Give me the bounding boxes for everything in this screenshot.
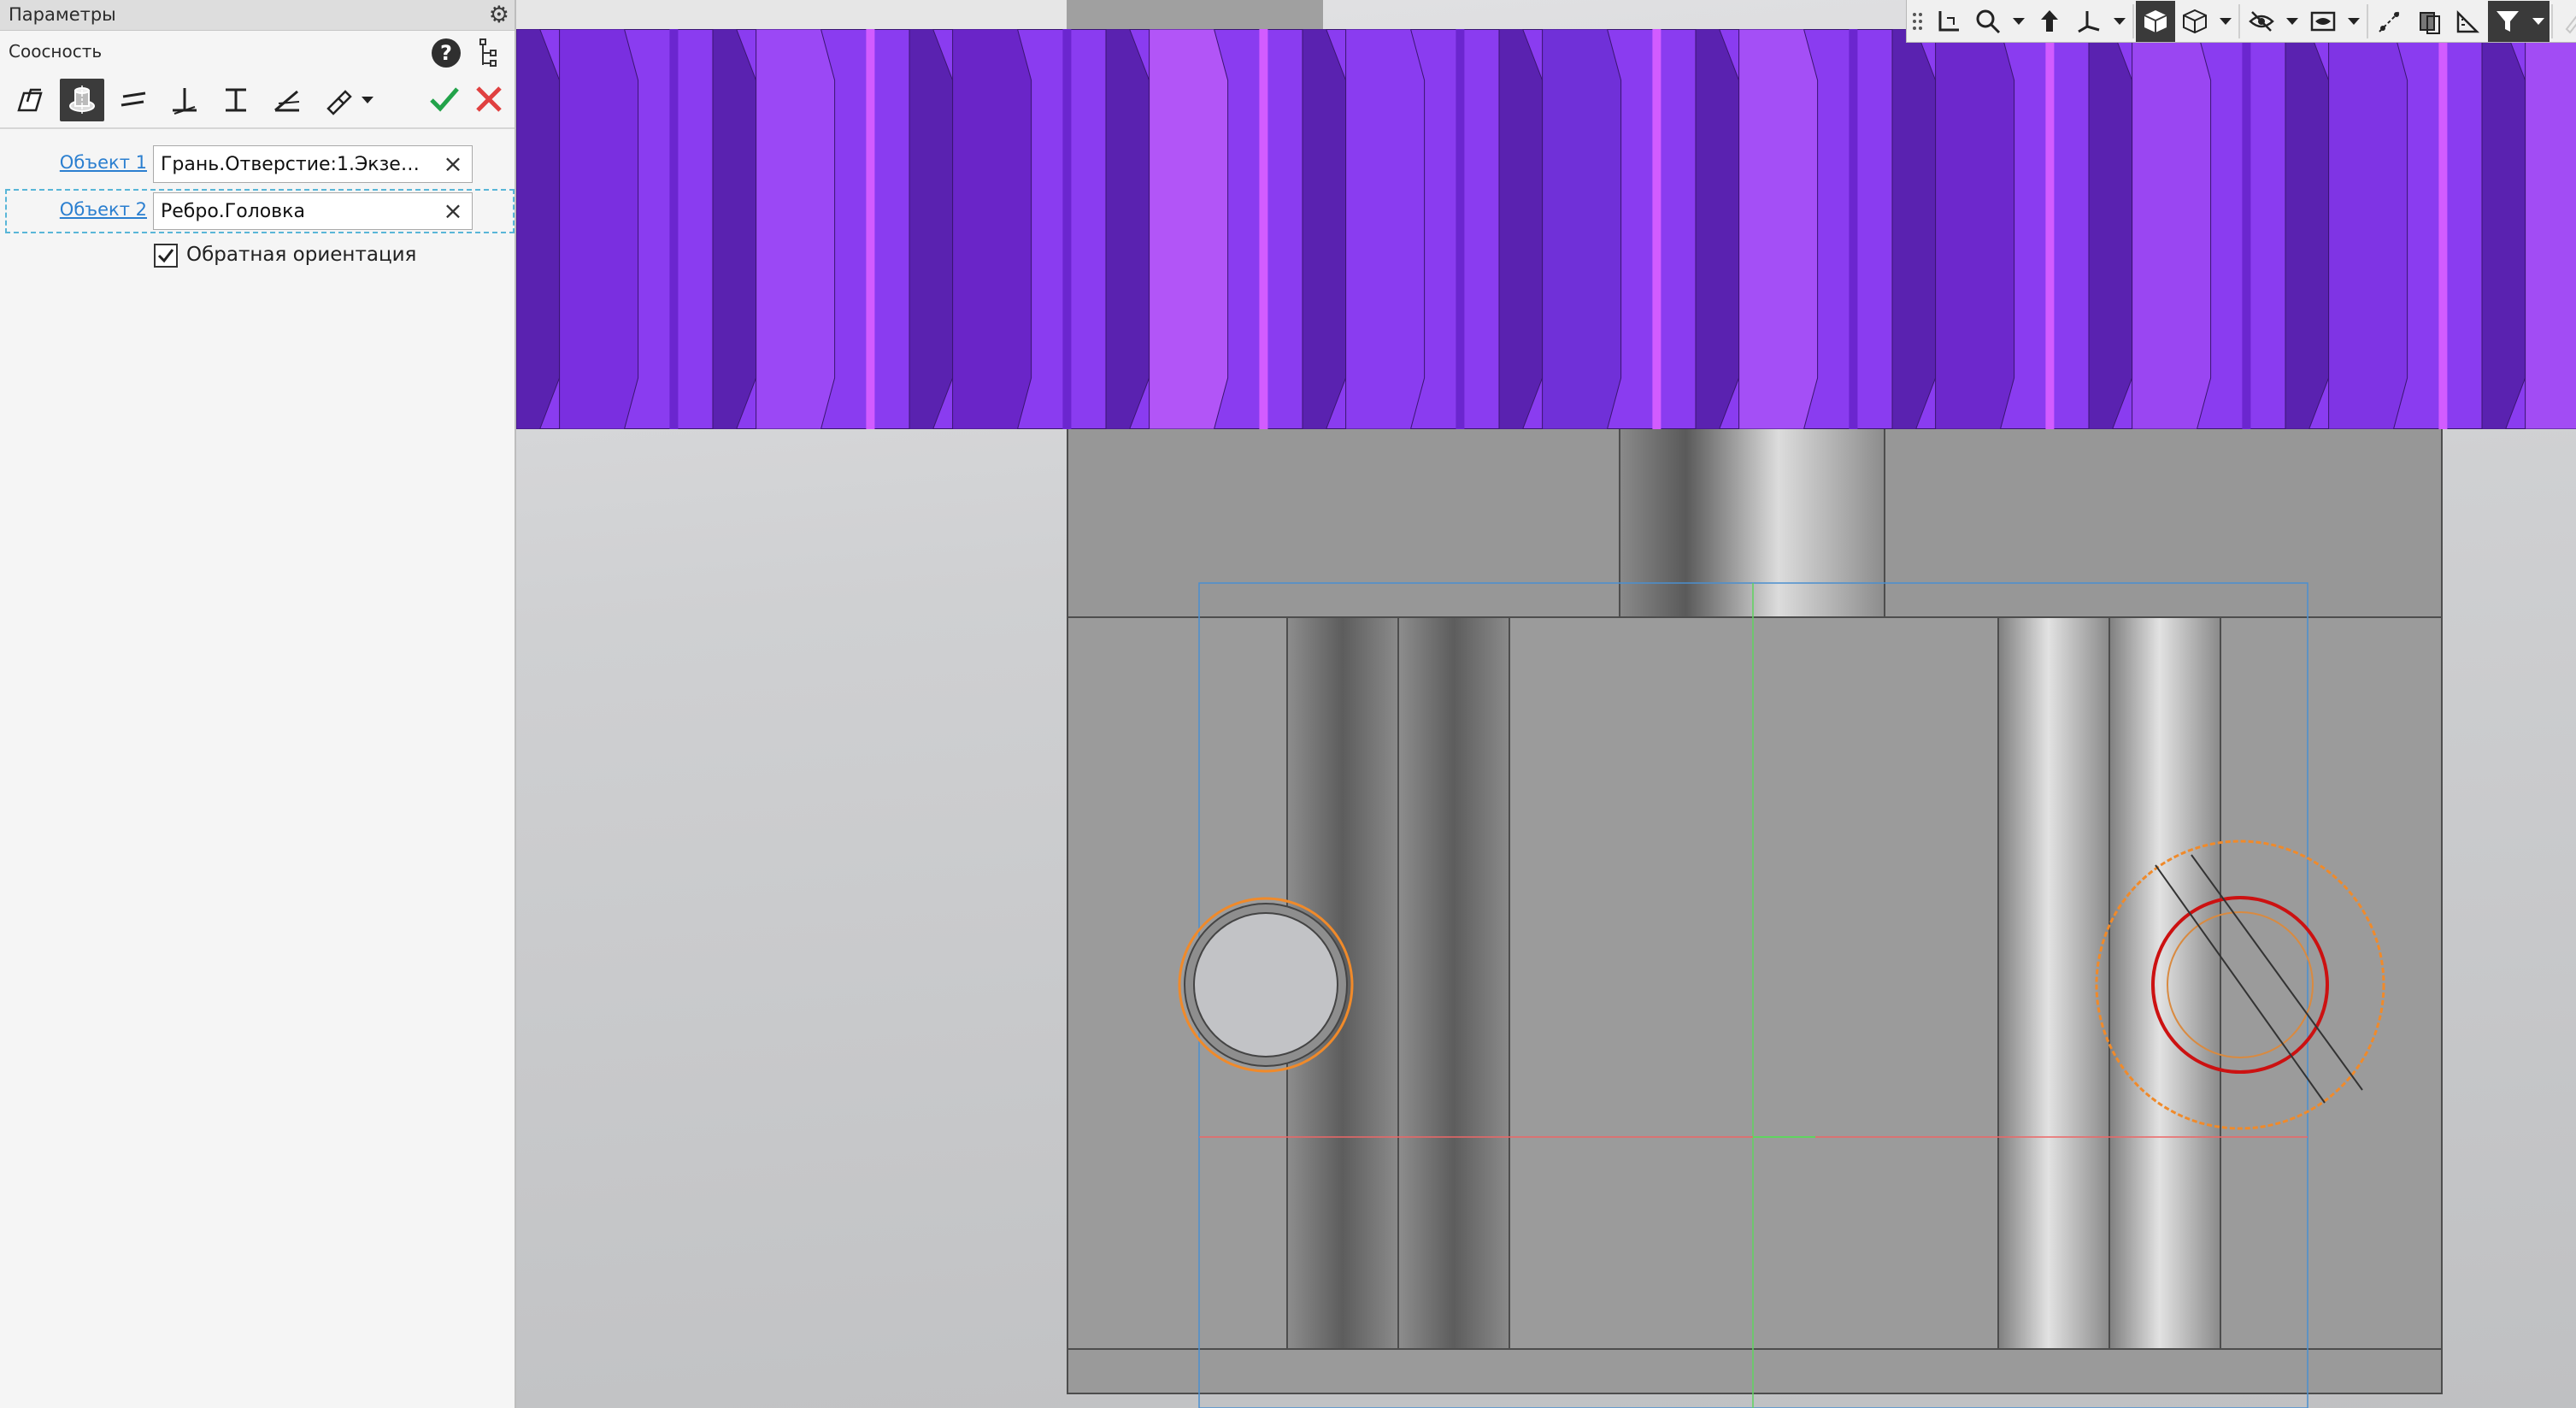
coaxial-icon[interactable] xyxy=(60,79,104,121)
zoom-icon[interactable] xyxy=(1968,1,2008,42)
axis-icon[interactable] xyxy=(2069,1,2108,42)
visibility-icon[interactable] xyxy=(2303,1,2343,42)
gear-tooth-edge xyxy=(669,29,679,429)
dropdown-arrow-icon[interactable] xyxy=(350,79,385,121)
gear-tooth-face xyxy=(756,29,836,429)
panel-divider xyxy=(0,127,515,129)
gear-tooth-edge xyxy=(1259,29,1268,429)
gear-tooth-flank xyxy=(2088,29,2133,429)
object2-value: Ребро.Головка xyxy=(161,201,305,222)
wireframe-view-icon[interactable] xyxy=(2175,1,2214,42)
edit-icon xyxy=(2555,1,2576,42)
ok-button[interactable] xyxy=(427,82,462,116)
gear-tooth-face xyxy=(952,29,1032,429)
snap-icon[interactable] xyxy=(2370,1,2409,42)
gear-tooth-flank xyxy=(712,29,757,429)
settings-gear-icon[interactable]: ⚙ xyxy=(489,3,509,27)
gear-tooth-flank xyxy=(1105,29,1150,429)
clear-object2-icon[interactable]: × xyxy=(439,197,467,226)
gear-tooth-face xyxy=(559,29,639,429)
filter-dropdown-icon[interactable] xyxy=(2527,0,2550,42)
measure-icon[interactable] xyxy=(2449,1,2488,42)
view-toolbar xyxy=(1906,0,2576,43)
object2-row: Объект 2 Ребро.Головка × xyxy=(5,189,515,233)
zoom-dropdown-icon[interactable] xyxy=(2008,1,2030,42)
reverse-orientation-label: Обратная ориентация xyxy=(186,244,417,266)
gear-tooth-edge xyxy=(1062,29,1072,429)
object1-row: Объект 1 Грань.Отверстие:1.Экземп... × xyxy=(5,142,515,186)
panel-title: Параметры xyxy=(9,4,116,25)
gear-tooth-edge xyxy=(2242,29,2251,429)
parallel-icon[interactable] xyxy=(111,79,156,121)
clear-object1-icon[interactable]: × xyxy=(439,150,467,179)
tangent-icon[interactable] xyxy=(214,79,258,121)
shaded-view-icon[interactable] xyxy=(2136,0,2175,42)
gear-part[interactable] xyxy=(516,29,2576,429)
operation-name: Соосность xyxy=(9,41,103,62)
gear-tooth-flank xyxy=(909,29,954,429)
orient-icon[interactable] xyxy=(2030,1,2069,42)
gear-tooth-face xyxy=(1149,29,1229,429)
gear-tooth-face xyxy=(1542,29,1622,429)
toolbar-separator xyxy=(2367,3,2368,38)
gear-tooth-face xyxy=(1935,29,2015,429)
hide-dropdown-icon[interactable] xyxy=(2281,1,2303,42)
3d-viewport[interactable] xyxy=(516,0,2576,1408)
perpendicular-icon[interactable] xyxy=(162,79,207,121)
object2-label[interactable]: Объект 2 xyxy=(60,199,147,220)
gear-tooth-face xyxy=(2525,29,2576,429)
panel-title-bar: Параметры ⚙ xyxy=(0,0,515,31)
gear-tooth-edge xyxy=(2045,29,2055,429)
gear-tooth-face xyxy=(2132,29,2212,429)
object1-field[interactable]: Грань.Отверстие:1.Экземп... × xyxy=(153,145,473,183)
toolbar-separator xyxy=(2238,3,2240,38)
coincidence-icon[interactable] xyxy=(9,79,53,121)
section-icon[interactable] xyxy=(2409,1,2449,42)
toolbar-separator xyxy=(2132,3,2134,38)
angle-icon[interactable] xyxy=(265,79,309,121)
tree-view-icon[interactable] xyxy=(479,38,497,70)
gear-tooth-face xyxy=(1345,29,1426,429)
gear-tooth-flank xyxy=(516,29,561,429)
gear-tooth-face xyxy=(2328,29,2408,429)
reverse-orientation-checkbox[interactable] xyxy=(154,244,178,268)
gear-tooth-flank xyxy=(1302,29,1347,429)
grip-icon[interactable] xyxy=(1907,1,1929,42)
gear-tooth-flank xyxy=(1891,29,1937,429)
gear-tooth-flank xyxy=(1695,29,1740,429)
gear-tooth-edge xyxy=(1456,29,1465,429)
coordinate-system-icon[interactable] xyxy=(1929,1,1968,42)
gear-tooth-edge xyxy=(866,29,875,429)
help-icon[interactable]: ? xyxy=(432,38,461,68)
axis-dropdown-icon[interactable] xyxy=(2108,1,2131,42)
visibility-dropdown-icon[interactable] xyxy=(2343,1,2365,42)
view-dropdown-icon[interactable] xyxy=(2214,1,2237,42)
gear-tooth-edge xyxy=(2438,29,2448,429)
gear-tooth-flank xyxy=(2481,29,2526,429)
object1-label[interactable]: Объект 1 xyxy=(60,152,147,173)
filter-icon[interactable] xyxy=(2488,0,2527,42)
parameters-panel: Параметры ⚙ Соосность ? Объект 1 Грань.О… xyxy=(0,0,516,1408)
gear-tooth-face xyxy=(1738,29,1819,429)
gear-tooth-edge xyxy=(1849,29,1858,429)
toolbar-separator xyxy=(2551,3,2553,38)
object2-field[interactable]: Ребро.Головка × xyxy=(153,192,473,230)
gear-tooth-flank xyxy=(2285,29,2330,429)
gear-tooth-flank xyxy=(1498,29,1544,429)
gear-tooth-edge xyxy=(1652,29,1661,429)
object1-value: Грань.Отверстие:1.Экземп... xyxy=(161,154,426,175)
hide-icon[interactable] xyxy=(2242,1,2281,42)
cancel-button[interactable] xyxy=(472,82,506,116)
